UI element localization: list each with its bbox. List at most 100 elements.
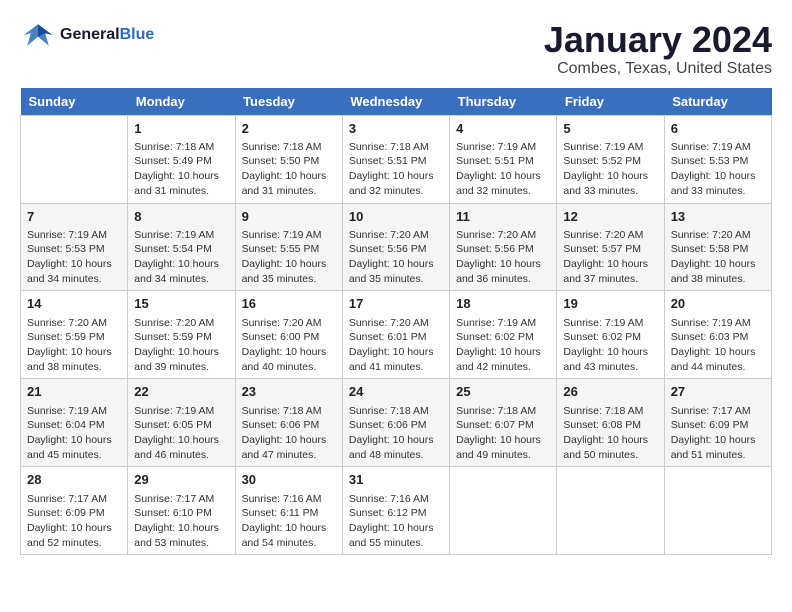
day-number: 22 <box>134 383 228 401</box>
day-number: 28 <box>27 471 121 489</box>
day-number: 20 <box>671 295 765 313</box>
day-info: Sunrise: 7:20 AM Sunset: 5:58 PM Dayligh… <box>671 228 765 287</box>
day-info: Sunrise: 7:18 AM Sunset: 5:49 PM Dayligh… <box>134 140 228 199</box>
day-info: Sunrise: 7:20 AM Sunset: 5:56 PM Dayligh… <box>349 228 443 287</box>
day-number: 16 <box>242 295 336 313</box>
day-cell: 10 Sunrise: 7:20 AM Sunset: 5:56 PM Dayli… <box>342 203 449 291</box>
day-cell: 20 Sunrise: 7:19 AM Sunset: 6:03 PM Dayli… <box>664 291 771 379</box>
calendar-title: January 2024 <box>544 20 772 60</box>
day-number: 14 <box>27 295 121 313</box>
day-info: Sunrise: 7:20 AM Sunset: 5:57 PM Dayligh… <box>563 228 657 287</box>
day-cell <box>21 115 128 203</box>
day-cell: 16 Sunrise: 7:20 AM Sunset: 6:00 PM Dayli… <box>235 291 342 379</box>
day-cell: 30 Sunrise: 7:16 AM Sunset: 6:11 PM Dayli… <box>235 467 342 555</box>
day-cell: 15 Sunrise: 7:20 AM Sunset: 5:59 PM Dayli… <box>128 291 235 379</box>
day-number: 29 <box>134 471 228 489</box>
day-cell <box>664 467 771 555</box>
header: GeneralBlue January 2024 Combes, Texas, … <box>20 20 772 78</box>
header-cell-sunday: Sunday <box>21 88 128 116</box>
header-cell-saturday: Saturday <box>664 88 771 116</box>
calendar-body: 1 Sunrise: 7:18 AM Sunset: 5:49 PM Daylig… <box>21 115 772 555</box>
day-cell: 4 Sunrise: 7:19 AM Sunset: 5:51 PM Daylig… <box>450 115 557 203</box>
day-number: 8 <box>134 208 228 226</box>
day-info: Sunrise: 7:20 AM Sunset: 6:00 PM Dayligh… <box>242 316 336 375</box>
day-cell: 1 Sunrise: 7:18 AM Sunset: 5:49 PM Daylig… <box>128 115 235 203</box>
day-number: 5 <box>563 120 657 138</box>
day-number: 21 <box>27 383 121 401</box>
day-info: Sunrise: 7:18 AM Sunset: 6:06 PM Dayligh… <box>349 404 443 463</box>
day-info: Sunrise: 7:20 AM Sunset: 6:01 PM Dayligh… <box>349 316 443 375</box>
day-cell: 23 Sunrise: 7:18 AM Sunset: 6:06 PM Dayli… <box>235 379 342 467</box>
day-info: Sunrise: 7:19 AM Sunset: 6:04 PM Dayligh… <box>27 404 121 463</box>
header-row: SundayMondayTuesdayWednesdayThursdayFrid… <box>21 88 772 116</box>
day-number: 26 <box>563 383 657 401</box>
day-number: 10 <box>349 208 443 226</box>
day-number: 15 <box>134 295 228 313</box>
day-number: 19 <box>563 295 657 313</box>
day-cell: 27 Sunrise: 7:17 AM Sunset: 6:09 PM Dayli… <box>664 379 771 467</box>
week-row-3: 14 Sunrise: 7:20 AM Sunset: 5:59 PM Dayli… <box>21 291 772 379</box>
day-number: 31 <box>349 471 443 489</box>
day-number: 11 <box>456 208 550 226</box>
day-info: Sunrise: 7:16 AM Sunset: 6:11 PM Dayligh… <box>242 492 336 551</box>
day-info: Sunrise: 7:18 AM Sunset: 5:50 PM Dayligh… <box>242 140 336 199</box>
logo: GeneralBlue <box>20 20 154 50</box>
day-info: Sunrise: 7:19 AM Sunset: 5:52 PM Dayligh… <box>563 140 657 199</box>
day-cell: 6 Sunrise: 7:19 AM Sunset: 5:53 PM Daylig… <box>664 115 771 203</box>
logo-icon <box>20 20 56 50</box>
day-cell: 26 Sunrise: 7:18 AM Sunset: 6:08 PM Dayli… <box>557 379 664 467</box>
day-number: 12 <box>563 208 657 226</box>
header-cell-monday: Monday <box>128 88 235 116</box>
day-number: 13 <box>671 208 765 226</box>
day-number: 7 <box>27 208 121 226</box>
day-info: Sunrise: 7:19 AM Sunset: 6:05 PM Dayligh… <box>134 404 228 463</box>
day-info: Sunrise: 7:18 AM Sunset: 6:08 PM Dayligh… <box>563 404 657 463</box>
calendar-subtitle: Combes, Texas, United States <box>544 60 772 78</box>
day-cell: 22 Sunrise: 7:19 AM Sunset: 6:05 PM Dayli… <box>128 379 235 467</box>
day-info: Sunrise: 7:19 AM Sunset: 6:02 PM Dayligh… <box>563 316 657 375</box>
day-number: 2 <box>242 120 336 138</box>
day-cell: 25Sunrise: 7:18 AM Sunset: 6:07 PM Dayli… <box>450 379 557 467</box>
day-number: 17 <box>349 295 443 313</box>
day-cell: 9Sunrise: 7:19 AM Sunset: 5:55 PM Daylig… <box>235 203 342 291</box>
day-cell: 12 Sunrise: 7:20 AM Sunset: 5:57 PM Dayli… <box>557 203 664 291</box>
day-cell: 14 Sunrise: 7:20 AM Sunset: 5:59 PM Dayli… <box>21 291 128 379</box>
day-info: Sunrise: 7:18 AM Sunset: 5:51 PM Dayligh… <box>349 140 443 199</box>
day-cell: 24Sunrise: 7:18 AM Sunset: 6:06 PM Dayli… <box>342 379 449 467</box>
day-info: Sunrise: 7:20 AM Sunset: 5:59 PM Dayligh… <box>134 316 228 375</box>
header-cell-tuesday: Tuesday <box>235 88 342 116</box>
day-cell: 7 Sunrise: 7:19 AM Sunset: 5:53 PM Daylig… <box>21 203 128 291</box>
week-row-1: 1 Sunrise: 7:18 AM Sunset: 5:49 PM Daylig… <box>21 115 772 203</box>
day-info: Sunrise: 7:18 AM Sunset: 6:06 PM Dayligh… <box>242 404 336 463</box>
day-info: Sunrise: 7:19 AM Sunset: 6:02 PM Dayligh… <box>456 316 550 375</box>
day-number: 3 <box>349 120 443 138</box>
day-info: Sunrise: 7:19 AM Sunset: 5:53 PM Dayligh… <box>27 228 121 287</box>
day-number: 30 <box>242 471 336 489</box>
title-section: January 2024 Combes, Texas, United State… <box>544 20 772 78</box>
day-info: Sunrise: 7:19 AM Sunset: 5:54 PM Dayligh… <box>134 228 228 287</box>
header-cell-thursday: Thursday <box>450 88 557 116</box>
day-cell: 31Sunrise: 7:16 AM Sunset: 6:12 PM Dayli… <box>342 467 449 555</box>
day-cell: 8 Sunrise: 7:19 AM Sunset: 5:54 PM Daylig… <box>128 203 235 291</box>
day-info: Sunrise: 7:19 AM Sunset: 6:03 PM Dayligh… <box>671 316 765 375</box>
week-row-4: 21 Sunrise: 7:19 AM Sunset: 6:04 PM Dayli… <box>21 379 772 467</box>
day-info: Sunrise: 7:20 AM Sunset: 5:59 PM Dayligh… <box>27 316 121 375</box>
day-number: 23 <box>242 383 336 401</box>
day-cell: 5 Sunrise: 7:19 AM Sunset: 5:52 PM Daylig… <box>557 115 664 203</box>
logo-text: GeneralBlue <box>60 26 154 44</box>
day-number: 27 <box>671 383 765 401</box>
day-info: Sunrise: 7:19 AM Sunset: 5:51 PM Dayligh… <box>456 140 550 199</box>
day-cell: 19 Sunrise: 7:19 AM Sunset: 6:02 PM Dayli… <box>557 291 664 379</box>
day-cell: 29 Sunrise: 7:17 AM Sunset: 6:10 PM Dayli… <box>128 467 235 555</box>
day-number: 25 <box>456 383 550 401</box>
day-cell: 28Sunrise: 7:17 AM Sunset: 6:09 PM Dayli… <box>21 467 128 555</box>
header-cell-friday: Friday <box>557 88 664 116</box>
day-number: 6 <box>671 120 765 138</box>
day-number: 4 <box>456 120 550 138</box>
day-info: Sunrise: 7:17 AM Sunset: 6:09 PM Dayligh… <box>671 404 765 463</box>
day-info: Sunrise: 7:17 AM Sunset: 6:10 PM Dayligh… <box>134 492 228 551</box>
day-info: Sunrise: 7:19 AM Sunset: 5:53 PM Dayligh… <box>671 140 765 199</box>
day-info: Sunrise: 7:20 AM Sunset: 5:56 PM Dayligh… <box>456 228 550 287</box>
calendar-table: SundayMondayTuesdayWednesdayThursdayFrid… <box>20 88 772 556</box>
day-number: 1 <box>134 120 228 138</box>
